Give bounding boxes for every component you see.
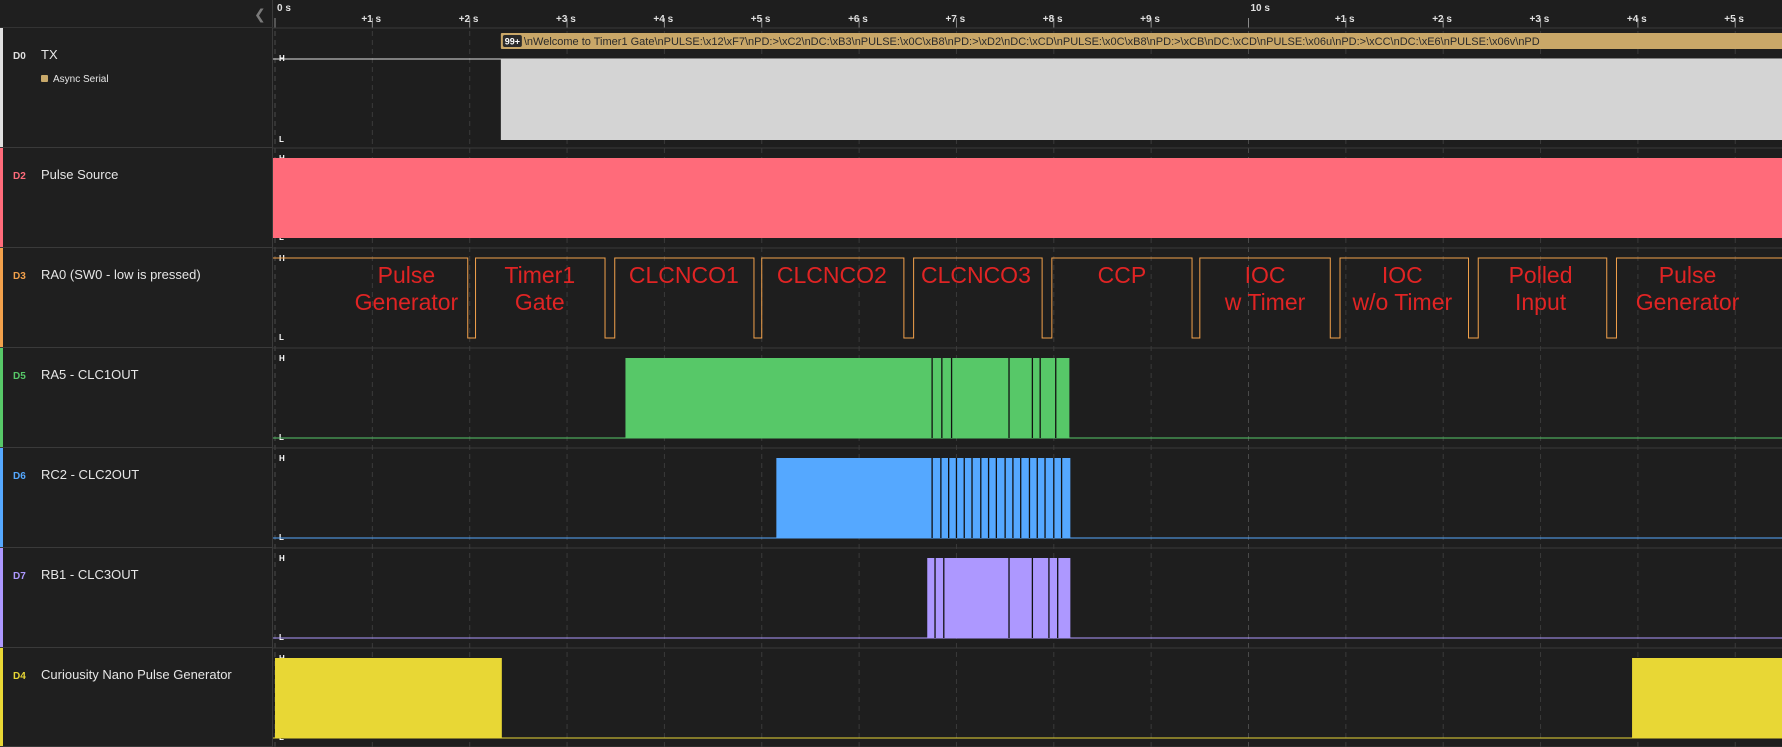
channel-name[interactable]: TX [41, 47, 58, 62]
analyzer-color-icon [41, 75, 48, 82]
high-pulse[interactable] [1632, 658, 1782, 738]
decoded-count-label: 99+ [505, 37, 520, 47]
channel-name[interactable]: RC2 - CLC2OUT [41, 467, 139, 482]
decoded-text: \nWelcome to Timer1 Gate\nPULSE:\x12\xF7… [524, 36, 1540, 48]
ruler-tick-label: +4 s [1627, 14, 1647, 25]
channel-color-stripe [0, 548, 3, 647]
channel-id: D7 [13, 571, 26, 582]
ruler-tick-label: +9 s [1140, 14, 1160, 25]
mode-label: Pulse [378, 262, 436, 288]
mode-label: CLCNCO1 [629, 262, 739, 288]
high-pulse[interactable] [275, 658, 502, 738]
ruler-tick-label: +1 s [1335, 14, 1355, 25]
channel-id: D6 [13, 471, 26, 482]
mode-label: IOC [1382, 262, 1423, 288]
channel-color-stripe [0, 448, 3, 547]
mode-label: w/o Timer [1351, 289, 1452, 315]
mode-label: Generator [1636, 289, 1740, 315]
mode-label: Gate [515, 289, 565, 315]
channel-name[interactable]: Curiousity Nano Pulse Generator [41, 667, 232, 682]
ruler-tick-label: +1 s [361, 14, 381, 25]
mode-label: Generator [355, 289, 459, 315]
channel-color-stripe [0, 648, 3, 746]
ruler-tick-label: +2 s [1432, 14, 1452, 25]
mode-label: Timer1 [504, 262, 575, 288]
channel-row-d5[interactable]: D5 RA5 - CLC1OUT [0, 348, 273, 448]
high-level-marker: H [279, 554, 285, 563]
activity-block[interactable] [625, 358, 1070, 438]
ruler-tick-label: 10 s [1251, 3, 1271, 14]
mode-label: Polled [1509, 262, 1573, 288]
channel-id: D4 [13, 671, 26, 682]
channel-id: D3 [13, 271, 26, 282]
channel-row-d3[interactable]: D3 RA0 (SW0 - low is pressed) [0, 248, 273, 348]
waveform-area[interactable]: 0 s +1 s +2 s +3 s +4 s +5 s +6 s +7 s +8 s +9 s 1… [273, 0, 1782, 747]
ruler-tick-label: +5 s [751, 14, 771, 25]
ruler-tick-label: +2 s [459, 14, 479, 25]
channel-name[interactable]: Pulse Source [41, 167, 118, 182]
low-level-marker: L [279, 135, 284, 144]
analyzer-name: Async Serial [53, 74, 109, 85]
channel-color-stripe [0, 248, 3, 347]
activity-block[interactable] [776, 458, 1071, 538]
pulse-source-block[interactable] [273, 158, 1782, 238]
ruler-tick-label: +5 s [1724, 14, 1744, 25]
channel-name[interactable]: RA5 - CLC1OUT [41, 367, 139, 382]
mode-label: IOC [1245, 262, 1286, 288]
sidebar-header: ❮ [0, 0, 273, 28]
channel-color-stripe [0, 348, 3, 447]
channel-color-stripe [0, 148, 3, 247]
channel-row-d7[interactable]: D7 RB1 - CLC3OUT [0, 548, 273, 648]
channel-name[interactable]: RB1 - CLC3OUT [41, 567, 139, 582]
channel-id: D0 [13, 51, 26, 62]
channel-row-d6[interactable]: D6 RC2 - CLC2OUT [0, 448, 273, 548]
high-level-marker: H [279, 454, 285, 463]
ruler-tick-label: +6 s [848, 14, 868, 25]
ruler-tick-label: +7 s [945, 14, 965, 25]
channel-row-d0[interactable]: D0 TX Async Serial [0, 28, 273, 148]
mode-label: Pulse [1659, 262, 1717, 288]
ruler-tick-label: 0 s [277, 3, 291, 14]
channel-id: D5 [13, 371, 26, 382]
channel-color-stripe [0, 28, 3, 147]
tx-data-block[interactable] [500, 59, 1782, 140]
ruler-tick-label: +4 s [653, 14, 673, 25]
channel-name[interactable]: RA0 (SW0 - low is pressed) [41, 267, 201, 282]
ruler-tick-label: +8 s [1043, 14, 1063, 25]
collapse-sidebar-icon[interactable]: ❮ [254, 6, 266, 23]
channel-row-d4[interactable]: D4 Curiousity Nano Pulse Generator [0, 648, 273, 747]
ruler-tick-label: +3 s [556, 14, 576, 25]
mode-label: CLCNCO3 [921, 262, 1031, 288]
ruler-tick-label: +3 s [1530, 14, 1550, 25]
waveform-d2[interactable] [273, 158, 1782, 238]
mode-label: CLCNCO2 [777, 262, 887, 288]
channel-id: D2 [13, 171, 26, 182]
mode-label: Input [1515, 289, 1567, 315]
mode-label: CCP [1098, 262, 1147, 288]
time-ruler[interactable] [273, 0, 1782, 28]
analyzer-tag[interactable]: Async Serial [41, 74, 109, 85]
low-level-marker: L [279, 333, 284, 342]
channel-row-d2[interactable]: D2 Pulse Source [0, 148, 273, 248]
mode-label: w Timer [1224, 289, 1306, 315]
channel-sidebar: ❮ D0 TX Async Serial D2 Pulse Source D3 RA0 (S… [0, 0, 273, 747]
waveform-canvas[interactable]: 0 s +1 s +2 s +3 s +4 s +5 s +6 s +7 s +8 s +9 s 1… [273, 0, 1782, 747]
high-level-marker: H [279, 354, 285, 363]
